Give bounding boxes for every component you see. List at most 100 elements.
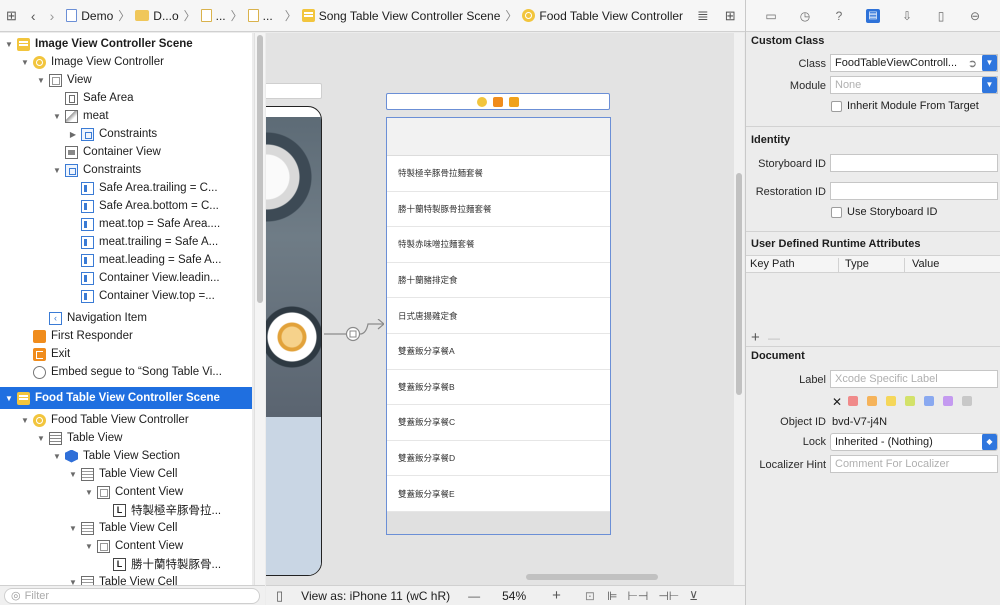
blue-label-swatch[interactable]: [924, 396, 934, 406]
inherit-module-checkbox[interactable]: [831, 101, 842, 112]
outline-row[interactable]: Container View: [0, 143, 252, 161]
canvas-vertical-scrollbar[interactable]: [734, 33, 744, 585]
connections-inspector-icon[interactable]: ⊖: [968, 9, 982, 23]
canvas-horizontal-scroll-thumb[interactable]: [526, 574, 658, 580]
breadcrumb-item[interactable]: ...: [216, 9, 226, 23]
scroll-thumb[interactable]: [736, 173, 742, 395]
table-cell[interactable]: 特製赤味噌拉麵套餐: [387, 227, 610, 263]
go-to-class-icon[interactable]: ➲: [968, 57, 977, 70]
chevron-down-icon[interactable]: ▼: [982, 77, 997, 93]
scroll-thumb[interactable]: [257, 35, 263, 303]
storyboard-canvas[interactable]: 特製極辛豚骨拉麵套餐 勝十蘭特製豚骨拉麵套餐 特製赤味噌拉麵套餐 勝十蘭豬排定食…: [266, 33, 734, 585]
outline-row[interactable]: ▼ Table View Cell: [0, 573, 252, 585]
outline-scrollbar[interactable]: [254, 33, 265, 585]
food-scene-title-bar[interactable]: [386, 93, 610, 110]
outline-row[interactable]: ▼ Constraints: [0, 161, 252, 179]
disclosure-triangle-icon[interactable]: ▼: [68, 524, 78, 533]
outline-row[interactable]: ▼ Table View Cell: [0, 519, 252, 537]
meat-image[interactable]: [266, 117, 321, 417]
table-cell[interactable]: 勝十蘭豬排定食: [387, 263, 610, 299]
table-cell[interactable]: 日式唐揚雞定食: [387, 298, 610, 334]
table-cell[interactable]: 雙蓋飯分享餐C: [387, 405, 610, 441]
disclosure-triangle-icon[interactable]: ▼: [20, 416, 30, 425]
outline-row[interactable]: ▼ View: [0, 71, 252, 89]
exit-icon[interactable]: [509, 96, 519, 107]
breadcrumb-item[interactable]: D...o: [153, 9, 178, 23]
localizer-hint-field[interactable]: Comment For Localizer: [830, 455, 998, 473]
resolve-issues-icon[interactable]: ⊣⊢: [658, 589, 679, 603]
segue-arrow[interactable]: [324, 319, 384, 349]
breadcrumb-item[interactable]: ...: [263, 9, 273, 23]
red-label-swatch[interactable]: [848, 396, 858, 406]
zoom-out-button[interactable]: —: [468, 589, 480, 603]
identity-inspector-icon[interactable]: ▤: [866, 8, 880, 23]
use-storyboard-id-checkbox[interactable]: [831, 207, 842, 218]
add-attribute-button[interactable]: +: [751, 329, 760, 346]
outline-row-selected[interactable]: ▼ Food Table View Controller Scene: [0, 387, 252, 409]
lock-popup[interactable]: Inherited - (Nothing) ◆: [830, 433, 998, 451]
green-label-swatch[interactable]: [905, 396, 915, 406]
first-responder-icon[interactable]: [493, 96, 503, 107]
outline-row[interactable]: Exit: [0, 345, 252, 363]
table-cell[interactable]: 雙蓋飯分享餐A: [387, 334, 610, 370]
outline-row[interactable]: Embed segue to “Song Table Vi...: [0, 363, 252, 381]
disclosure-triangle-icon[interactable]: ▼: [20, 58, 30, 67]
attributes-inspector-icon[interactable]: ⇩: [900, 9, 914, 23]
storyboard-id-field[interactable]: [830, 154, 998, 172]
outline-row[interactable]: First Responder: [0, 327, 252, 345]
outline-row[interactable]: Safe Area.trailing = C...: [0, 179, 252, 197]
remove-attribute-button[interactable]: —: [768, 331, 780, 345]
outline-row[interactable]: ▼ Table View Cell: [0, 465, 252, 483]
disclosure-triangle-icon[interactable]: ▼: [4, 394, 14, 403]
history-inspector-icon[interactable]: ◷: [798, 9, 812, 23]
breadcrumb-item[interactable]: Demo: [81, 9, 113, 23]
module-field[interactable]: None ▼: [830, 76, 998, 94]
view-controller-icon[interactable]: [477, 96, 487, 107]
outline-row[interactable]: ▼ meat: [0, 107, 252, 125]
disclosure-triangle-icon[interactable]: ▼: [52, 166, 62, 175]
table-cell[interactable]: 雙蓋飯分享餐B: [387, 370, 610, 406]
disclosure-triangle-icon[interactable]: ▼: [68, 470, 78, 479]
outline-row[interactable]: L 勝十蘭特製豚骨...: [0, 555, 252, 573]
table-cell[interactable]: 特製極辛豚骨拉麵套餐: [387, 156, 610, 192]
outline-row[interactable]: ▶ Constraints: [0, 125, 252, 143]
outline-row[interactable]: Safe Area: [0, 89, 252, 107]
type-column-header[interactable]: Type: [845, 258, 869, 270]
grid-icon[interactable]: ⊞: [6, 8, 17, 24]
disclosure-triangle-icon[interactable]: ▼: [4, 40, 14, 49]
device-selector[interactable]: View as: iPhone 11 (wC hR): [301, 589, 450, 603]
table-cell[interactable]: 勝十蘭特製豚骨拉麵套餐: [387, 192, 610, 228]
add-editor-icon[interactable]: ⊞: [725, 8, 736, 24]
xcode-label-field[interactable]: Xcode Specific Label: [830, 370, 998, 388]
outline-row[interactable]: ▼ Table View: [0, 429, 252, 447]
yellow-label-swatch[interactable]: [886, 396, 896, 406]
outline-row[interactable]: meat.leading = Safe A...: [0, 251, 252, 269]
restoration-id-field[interactable]: [830, 182, 998, 200]
forward-icon[interactable]: ›: [50, 8, 55, 24]
table-cell[interactable]: 雙蓋飯分享餐D: [387, 441, 610, 477]
outline-row[interactable]: ▼ Content View: [0, 537, 252, 555]
orange-label-swatch[interactable]: [867, 396, 877, 406]
align-icon[interactable]: ⊫: [607, 589, 617, 603]
file-inspector-icon[interactable]: ▭: [764, 9, 778, 23]
disclosure-triangle-icon[interactable]: ▼: [84, 488, 94, 497]
outline-row[interactable]: ▼ Image View Controller Scene: [0, 35, 252, 53]
outline-row[interactable]: meat.trailing = Safe A...: [0, 233, 252, 251]
add-constraints-icon[interactable]: ⊢⊣: [627, 589, 648, 603]
disclosure-triangle-icon[interactable]: ▼: [68, 578, 78, 586]
navigation-bar[interactable]: [387, 118, 610, 156]
outline-row[interactable]: ▼ Content View: [0, 483, 252, 501]
breadcrumb-item[interactable]: Song Table View Controller Scene: [319, 9, 501, 23]
quick-help-icon[interactable]: ?: [832, 9, 846, 23]
breadcrumb-item[interactable]: Food Table View Controller: [539, 9, 683, 23]
outline-row[interactable]: ‹ Navigation Item: [0, 309, 252, 327]
food-table-view-controller-scene[interactable]: 特製極辛豚骨拉麵套餐 勝十蘭特製豚骨拉麵套餐 特製赤味噌拉麵套餐 勝十蘭豬排定食…: [386, 117, 611, 535]
update-frames-icon[interactable]: ⊡: [585, 589, 595, 603]
outline-row[interactable]: ▼ Food Table View Controller: [0, 411, 252, 429]
chevron-updown-icon[interactable]: ◆: [982, 434, 997, 450]
outline-row[interactable]: Safe Area.bottom = C...: [0, 197, 252, 215]
embed-in-icon[interactable]: ⊻: [689, 589, 698, 603]
disclosure-triangle-icon[interactable]: ▼: [52, 112, 62, 121]
image-view-controller-scene[interactable]: [266, 106, 322, 576]
sidebar-toggle-icon[interactable]: ▯: [276, 588, 283, 604]
